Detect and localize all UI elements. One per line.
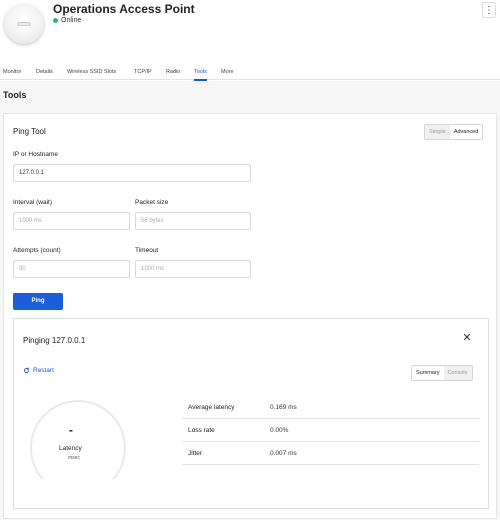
mode-toggle: Simple Advanced — [424, 124, 484, 140]
stats-row: Jitter 0.007 ms — [182, 442, 479, 465]
interval-label: Interval (wait) — [13, 199, 53, 206]
stat-key: Loss rate — [188, 426, 215, 434]
restart-icon — [23, 367, 30, 374]
stat-value: 0.00% — [270, 426, 289, 434]
packet-size-input[interactable]: 56 bytes — [135, 212, 251, 230]
ping-tool-panel: Ping Tool Simple Advanced IP or Hostname… — [3, 113, 497, 519]
attempts-input[interactable]: 30 — [13, 260, 130, 278]
stat-key: Average latency — [188, 403, 235, 411]
tab-monitor[interactable]: Monitor — [3, 64, 21, 80]
timeout-input[interactable]: 1000 ms — [135, 260, 251, 278]
view-console-button[interactable]: Console — [443, 366, 472, 380]
stat-value: 0.169 ms — [270, 403, 297, 411]
restart-button[interactable]: Restart — [23, 367, 54, 374]
device-header: Operations Access Point Online ⋮ — [0, 0, 500, 64]
tab-more[interactable]: More — [221, 64, 234, 80]
host-label: IP or Hostname — [13, 151, 59, 158]
status-text: Online — [61, 17, 82, 24]
tab-bar: Monitor Details Wireless SSID Slots TCP/… — [0, 64, 500, 81]
gauge-unit: msec — [68, 455, 80, 461]
kebab-icon[interactable]: ⋮ — [482, 2, 496, 18]
host-input[interactable]: 127.0.0.1 — [13, 164, 251, 182]
page-content: Tools Ping Tool Simple Advanced IP or Ho… — [0, 81, 500, 520]
view-toggle: Summary Console — [411, 365, 473, 381]
device-image — [4, 4, 44, 44]
status-dot-icon — [53, 18, 58, 23]
gauge-value: - — [69, 423, 73, 437]
tab-tools[interactable]: Tools — [194, 64, 207, 81]
mode-advanced-button[interactable]: Advanced — [449, 125, 483, 139]
timeout-label: Timeout — [135, 247, 159, 254]
restart-label: Restart — [33, 367, 54, 374]
tab-wireless-ssid-slots[interactable]: Wireless SSID Slots — [67, 64, 116, 80]
page-title: Tools — [3, 90, 27, 100]
latency-gauge — [18, 393, 136, 479]
tab-tcpip[interactable]: TCP/IP — [134, 64, 152, 80]
packet-size-label: Packet size — [135, 199, 169, 206]
result-title: Pinging 127.0.0.1 — [23, 336, 86, 345]
ping-tool-title: Ping Tool — [13, 127, 46, 136]
ping-button[interactable]: Ping — [13, 293, 63, 310]
close-icon[interactable]: ✕ — [460, 331, 474, 345]
tab-radio[interactable]: Radio — [166, 64, 180, 80]
stats-row: Loss rate 0.00% — [182, 419, 479, 442]
stats-row: Average latency 0.169 ms — [182, 396, 479, 419]
tab-details[interactable]: Details — [36, 64, 53, 80]
ping-result-card: Pinging 127.0.0.1 ✕ Restart Summary Cons… — [13, 318, 489, 509]
stat-value: 0.007 ms — [270, 449, 297, 457]
device-status: Online — [53, 17, 81, 24]
interval-input[interactable]: 1000 ms — [13, 212, 130, 230]
stat-key: Jitter — [188, 449, 203, 457]
device-title: Operations Access Point — [53, 2, 195, 16]
stats-table: Average latency 0.169 ms Loss rate 0.00%… — [182, 396, 479, 465]
gauge-label: Latency — [59, 445, 82, 452]
view-summary-button[interactable]: Summary — [412, 366, 444, 380]
attempts-label: Attempts (count) — [13, 247, 61, 254]
mode-simple-button[interactable]: Simple — [425, 125, 450, 139]
